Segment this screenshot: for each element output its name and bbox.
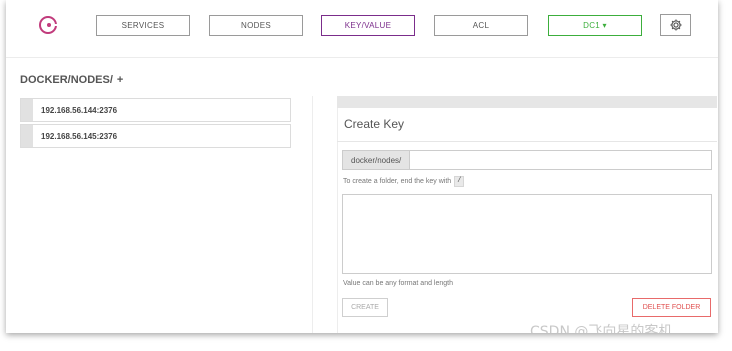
watermark: CSDN @飞向星的客机	[530, 324, 673, 333]
breadcrumb: DOCKER/NODES/ +	[20, 74, 123, 86]
key-list-item[interactable]: 192.168.56.145:2376	[20, 124, 291, 148]
column-divider	[312, 96, 313, 333]
value-hint: Value can be any format and length	[343, 280, 454, 287]
key-prefix-addon: docker/nodes/	[343, 151, 411, 169]
key-input-group: docker/nodes/	[342, 150, 712, 170]
breadcrumb-path[interactable]: DOCKER/NODES/	[20, 74, 113, 86]
create-key-title: Create Key	[344, 117, 405, 131]
add-key-link[interactable]: +	[117, 74, 123, 86]
delete-folder-button[interactable]: DELETE FOLDER	[632, 298, 711, 317]
folder-hint: To create a folder, end the key with /	[343, 176, 465, 187]
gear-icon	[669, 19, 682, 31]
list-item-marker	[21, 125, 33, 147]
nav-nodes-button[interactable]: NODES	[209, 15, 303, 36]
key-list-item-label: 192.168.56.144:2376	[41, 105, 118, 115]
key-input[interactable]	[410, 151, 711, 169]
nav-services-button[interactable]: SERVICES	[96, 15, 190, 36]
panel-title-divider	[337, 141, 717, 142]
list-item-marker	[21, 99, 33, 121]
key-list-item-label: 192.168.56.145:2376	[41, 131, 118, 141]
folder-hint-code: /	[454, 176, 465, 187]
nav-acl-button[interactable]: ACL	[434, 15, 528, 36]
panel-header-bar	[337, 96, 717, 108]
nav-key-value-button[interactable]: KEY/VALUE	[321, 15, 415, 36]
settings-button[interactable]	[660, 14, 691, 36]
key-list-item[interactable]: 192.168.56.144:2376	[20, 98, 291, 122]
create-button[interactable]: CREATE	[342, 298, 388, 317]
app-window: SERVICES NODES KEY/VALUE ACL DC1 ▾ DOCKE…	[6, 0, 718, 333]
consul-logo-icon[interactable]	[39, 16, 58, 34]
value-textarea[interactable]	[342, 194, 712, 274]
nav-divider	[6, 57, 718, 58]
folder-hint-text: To create a folder, end the key with	[343, 178, 452, 185]
datacenter-dropdown[interactable]: DC1 ▾	[548, 15, 642, 36]
